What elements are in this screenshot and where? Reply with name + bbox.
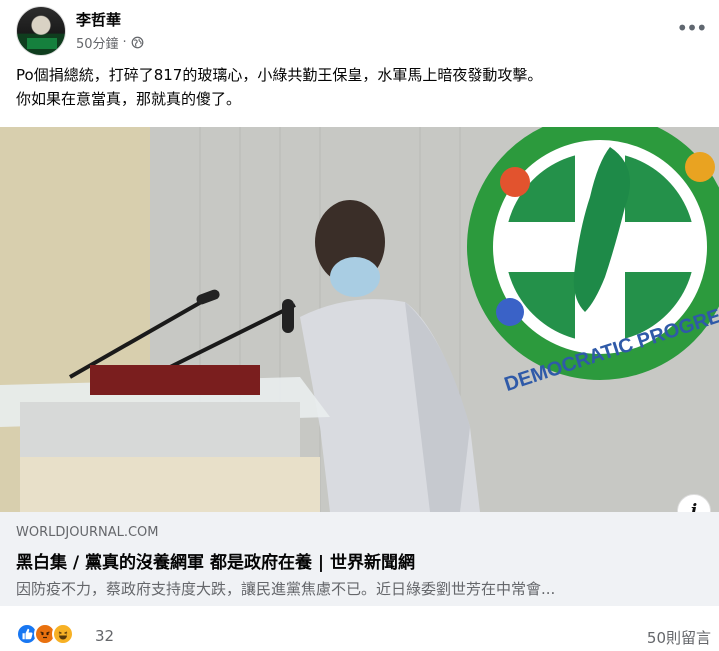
post-meta: 50分鐘 · [76, 33, 144, 52]
avatar-badge [27, 38, 57, 49]
post-time[interactable]: 50分鐘 [76, 33, 119, 52]
post-header: 李哲華 50分鐘 · ••• [0, 0, 719, 60]
link-domain: WORLDJOURNAL.COM [16, 525, 159, 540]
globe-icon [131, 36, 144, 49]
link-title[interactable]: 黑白集 / 黨真的沒養網軍 都是政府在養 | 世界新聞網 [16, 548, 415, 573]
meta-separator: · [122, 35, 127, 50]
facebook-post: 李哲華 50分鐘 · ••• Po個捐總統，打碎了817的玻璃心，小綠共勤王保皇… [0, 0, 719, 651]
post-text: Po個捐總統，打碎了817的玻璃心，小綠共勤王保皇，水軍馬上暗夜發動攻擊。 你如… [16, 63, 706, 111]
haha-icon [52, 623, 74, 645]
avatar[interactable] [16, 6, 66, 56]
reaction-count[interactable]: 32 [95, 627, 114, 645]
post-text-line: Po個捐總統，打碎了817的玻璃心，小綠共勤王保皇，水軍馬上暗夜發動攻擊。 [16, 66, 543, 84]
link-preview-card[interactable]: WORLDJOURNAL.COM 黑白集 / 黨真的沒養網軍 都是政府在養 | … [0, 512, 719, 606]
post-footer: 32 50則留言 [0, 617, 719, 651]
reaction-icons[interactable] [16, 623, 74, 645]
more-options-icon[interactable]: ••• [676, 14, 707, 42]
author-name[interactable]: 李哲華 [76, 9, 121, 30]
post-text-line: 你如果在意當真，那就真的傻了。 [16, 90, 242, 108]
link-description: 因防疫不力，蔡政府支持度大跌，讓民進黨焦慮不已。近日綠委劉世芳在中常會... [16, 580, 556, 598]
comment-count[interactable]: 50則留言 [647, 627, 711, 648]
post-image[interactable]: DEMOCRATIC PROGRESSIVE PARTY [0, 127, 719, 512]
post-image-illustration: DEMOCRATIC PROGRESSIVE PARTY [0, 127, 719, 512]
